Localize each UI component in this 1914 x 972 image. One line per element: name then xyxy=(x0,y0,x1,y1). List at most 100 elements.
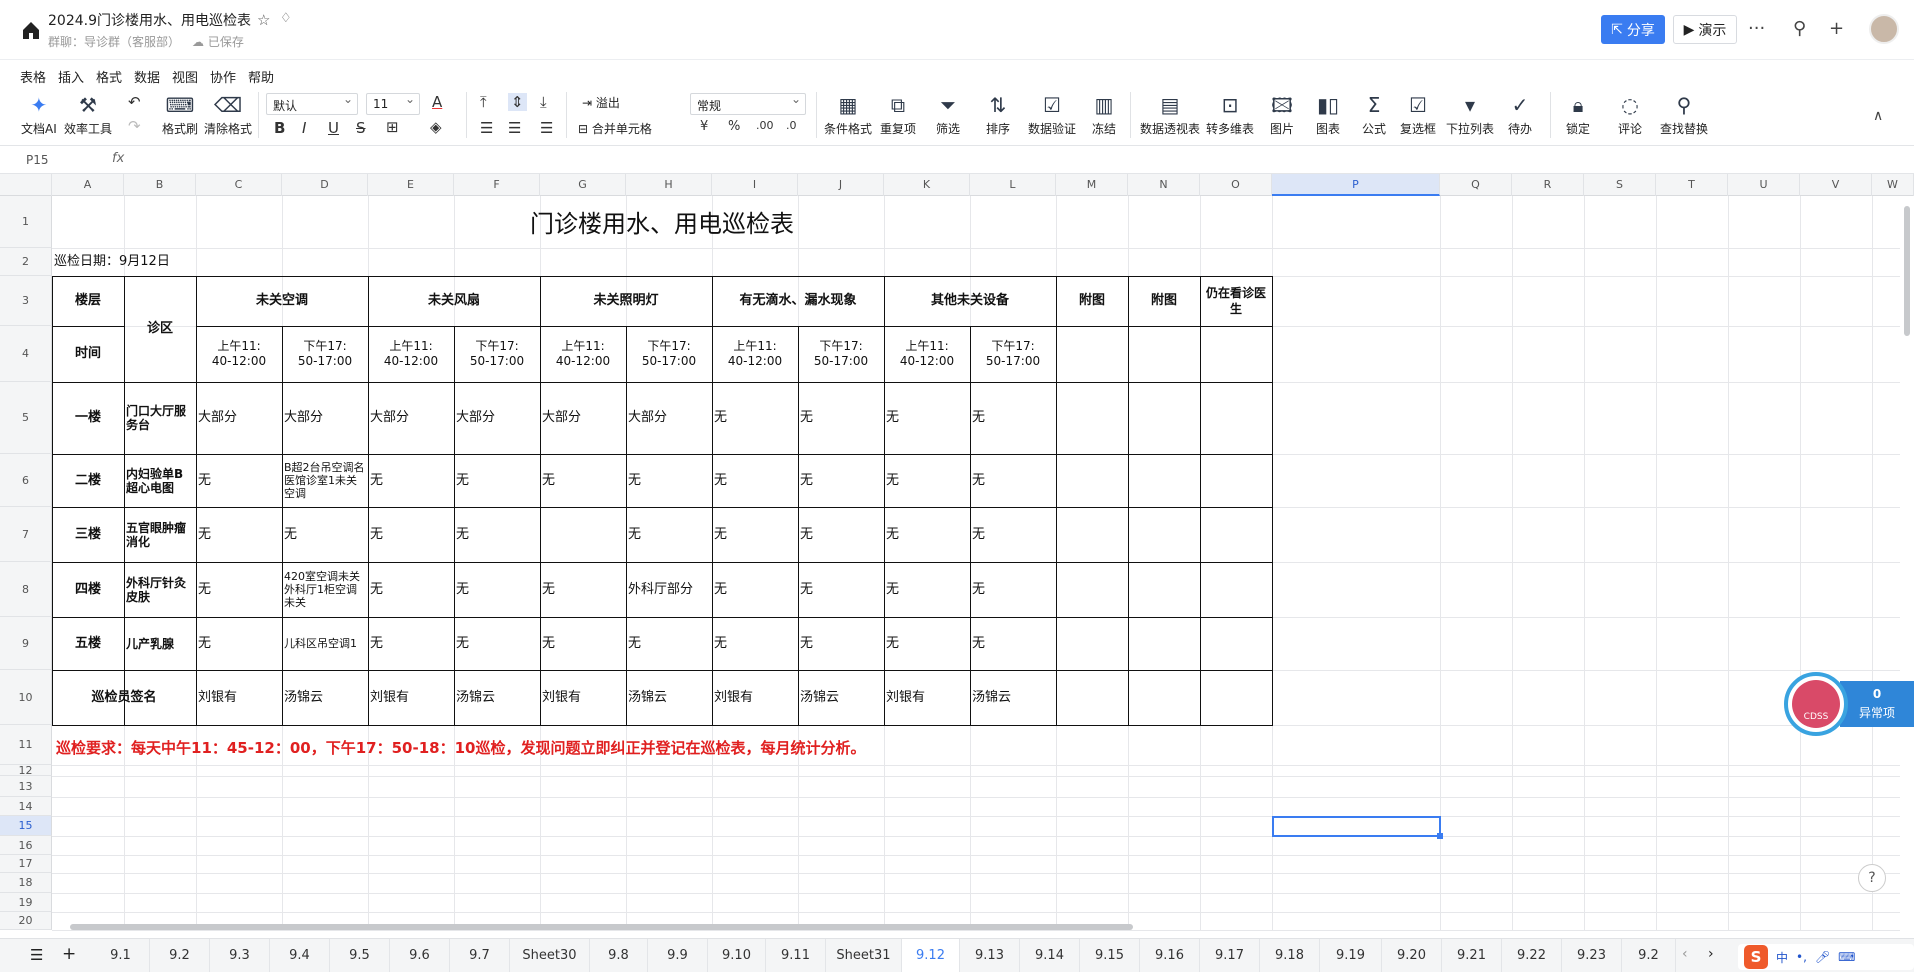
row-header-3[interactable]: 3 xyxy=(0,276,52,326)
header-am-2[interactable]: 上午11: 40-12:00 xyxy=(542,327,624,381)
header-am-0[interactable]: 上午11: 40-12:00 xyxy=(198,327,280,381)
filter-button[interactable]: ⏷ 筛选 xyxy=(936,92,960,137)
menu-data[interactable]: 数据 xyxy=(134,67,160,86)
column-header-M[interactable]: M xyxy=(1056,174,1128,196)
value-4-5[interactable]: 无 xyxy=(628,618,710,669)
formula-button[interactable]: Σ 公式 xyxy=(1362,92,1386,137)
present-button[interactable]: ▶ 演示 xyxy=(1673,15,1737,44)
row-header-2[interactable]: 2 xyxy=(0,248,52,276)
dept-0[interactable]: 门口大厅服务台 xyxy=(126,383,194,453)
column-header-J[interactable]: J xyxy=(798,174,884,196)
align-middle-icon[interactable]: ⇕ xyxy=(508,93,527,111)
column-header-T[interactable]: T xyxy=(1656,174,1728,196)
increase-decimal-icon[interactable]: .00 xyxy=(756,119,774,132)
fill-color-icon[interactable]: ◈ xyxy=(430,118,442,136)
row-header-9[interactable]: 9 xyxy=(0,617,52,670)
dept-1[interactable]: 内妇验单B超心电图 xyxy=(126,455,194,506)
value-3-8[interactable]: 无 xyxy=(886,563,968,616)
sheet-tab-9.7[interactable]: 9.7 xyxy=(450,939,510,972)
value-0-5[interactable]: 大部分 xyxy=(628,383,710,453)
value-2-3[interactable]: 无 xyxy=(456,508,538,561)
align-center-icon[interactable]: ☰ xyxy=(508,119,521,137)
header-time[interactable]: 时间 xyxy=(54,327,122,381)
value-1-1[interactable]: B超2台吊空调名医馆诊室1未关空调 xyxy=(284,455,366,506)
sheet-tab-9.6[interactable]: 9.6 xyxy=(390,939,450,972)
value-4-7[interactable]: 无 xyxy=(800,618,882,669)
find-replace-button[interactable]: ⚲ 查找替换 xyxy=(1660,92,1708,137)
header-group-4[interactable]: 其他未关设备 xyxy=(886,277,1054,325)
value-0-1[interactable]: 大部分 xyxy=(284,383,366,453)
select-all-corner[interactable] xyxy=(0,174,52,196)
header-pm-2[interactable]: 下午17: 50-17:00 xyxy=(628,327,710,381)
sheet-tab-9.2[interactable]: 9.2 xyxy=(1622,939,1676,972)
currency-icon[interactable]: ¥ xyxy=(700,119,708,134)
add-icon[interactable]: + xyxy=(1829,18,1844,39)
more-icon[interactable]: ··· xyxy=(1748,18,1765,39)
comment-button[interactable]: ◌ 评论 xyxy=(1618,92,1642,137)
sheet-tab-9.20[interactable]: 9.20 xyxy=(1382,939,1442,972)
font-color-icon[interactable]: A xyxy=(432,93,442,111)
sheet-tab-9.9[interactable]: 9.9 xyxy=(648,939,708,972)
inspection-date[interactable]: 巡检日期：9月12日 xyxy=(54,249,366,275)
value-0-8[interactable]: 无 xyxy=(886,383,968,453)
sheet-tab-9.19[interactable]: 9.19 xyxy=(1320,939,1382,972)
sign-5[interactable]: 汤锦云 xyxy=(628,671,710,724)
header-am-3[interactable]: 上午11: 40-12:00 xyxy=(714,327,796,381)
sign-9[interactable]: 汤锦云 xyxy=(972,671,1054,724)
value-0-3[interactable]: 大部分 xyxy=(456,383,538,453)
notification-icon[interactable]: ♢ xyxy=(280,11,292,26)
column-header-S[interactable]: S xyxy=(1584,174,1656,196)
sheet-tab-9.2[interactable]: 9.2 xyxy=(150,939,210,972)
row-header-4[interactable]: 4 xyxy=(0,326,52,382)
header-am-4[interactable]: 上午11: 40-12:00 xyxy=(886,327,968,381)
value-3-9[interactable]: 无 xyxy=(972,563,1054,616)
row-header-16[interactable]: 16 xyxy=(0,836,52,855)
inspection-requirement-note[interactable]: 巡检要求：每天中午11：45-12：00，下午17：50-18：10巡检，发现问… xyxy=(56,737,865,758)
bold-icon[interactable]: B xyxy=(274,119,285,137)
column-header-N[interactable]: N xyxy=(1128,174,1200,196)
sheet-list-icon[interactable]: ☰ xyxy=(30,946,43,964)
decrease-decimal-icon[interactable]: .0 xyxy=(786,119,797,132)
lock-button[interactable]: 🔒︎ 锁定 xyxy=(1566,92,1590,137)
value-4-2[interactable]: 无 xyxy=(370,618,452,669)
value-3-3[interactable]: 无 xyxy=(456,563,538,616)
italic-icon[interactable]: I xyxy=(302,119,306,137)
value-2-1[interactable]: 无 xyxy=(284,508,366,561)
value-2-8[interactable]: 无 xyxy=(886,508,968,561)
value-3-6[interactable]: 无 xyxy=(714,563,796,616)
column-header-R[interactable]: R xyxy=(1512,174,1584,196)
data-validation-button[interactable]: ☑ 数据验证 xyxy=(1028,92,1076,137)
sign-6[interactable]: 刘银有 xyxy=(714,671,796,724)
conditional-format-button[interactable]: ▦ 条件格式 xyxy=(824,92,872,137)
column-header-F[interactable]: F xyxy=(454,174,540,196)
value-4-3[interactable]: 无 xyxy=(456,618,538,669)
column-header-Q[interactable]: Q xyxy=(1440,174,1512,196)
clear-format-button[interactable]: ⌫ 清除格式 xyxy=(204,92,252,137)
value-4-4[interactable]: 无 xyxy=(542,618,624,669)
value-1-3[interactable]: 无 xyxy=(456,455,538,506)
header-pm-0[interactable]: 下午17: 50-17:00 xyxy=(284,327,366,381)
row-header-6[interactable]: 6 xyxy=(0,454,52,507)
menu-view[interactable]: 视图 xyxy=(172,67,198,86)
underline-icon[interactable]: U xyxy=(328,119,339,137)
dept-2[interactable]: 五官眼肿瘤消化 xyxy=(126,508,194,561)
fx-icon[interactable]: fx xyxy=(112,151,124,166)
duplicates-button[interactable]: ⧉ 重复项 xyxy=(880,92,916,137)
sign-3[interactable]: 汤锦云 xyxy=(456,671,538,724)
user-avatar[interactable] xyxy=(1869,14,1899,44)
sign-0[interactable]: 刘银有 xyxy=(198,671,280,724)
value-2-9[interactable]: 无 xyxy=(972,508,1054,561)
row-header-17[interactable]: 17 xyxy=(0,855,52,873)
document-title[interactable]: 2024.9门诊楼用水、用电巡检表 xyxy=(48,10,251,30)
floor-0[interactable]: 一楼 xyxy=(54,383,122,453)
value-1-0[interactable]: 无 xyxy=(198,455,280,506)
sheet-tab-9.15[interactable]: 9.15 xyxy=(1080,939,1140,972)
row-header-5[interactable]: 5 xyxy=(0,382,52,454)
column-header-P[interactable]: P xyxy=(1272,174,1440,196)
column-header-V[interactable]: V xyxy=(1800,174,1872,196)
sheet-tab-9.17[interactable]: 9.17 xyxy=(1200,939,1260,972)
value-3-0[interactable]: 无 xyxy=(198,563,280,616)
sheet-tab-9.5[interactable]: 9.5 xyxy=(330,939,390,972)
align-top-icon[interactable]: ⤒ xyxy=(480,93,487,111)
value-4-8[interactable]: 无 xyxy=(886,618,968,669)
